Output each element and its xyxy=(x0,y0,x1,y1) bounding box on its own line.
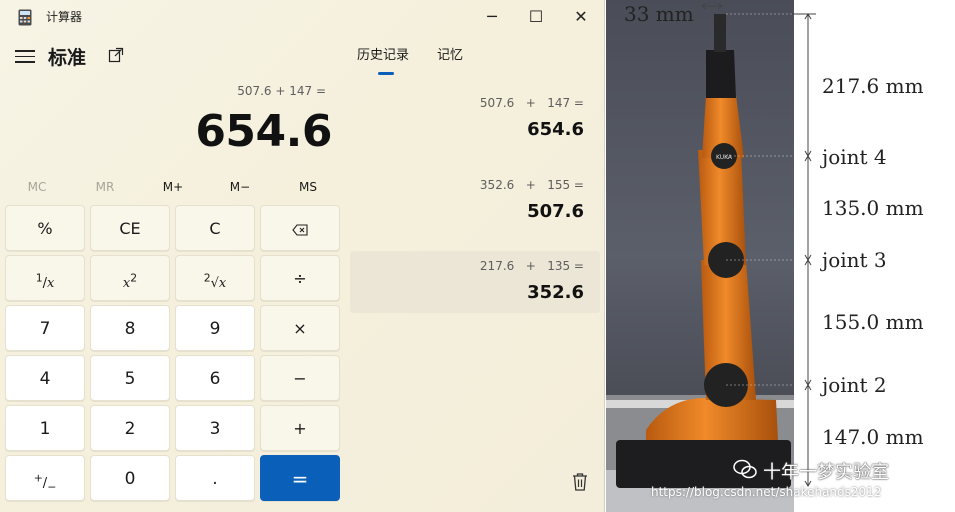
joint-2-label: joint 2 xyxy=(822,373,887,397)
watermark-url: https://blog.csdn.net/shakehands2012 xyxy=(651,485,882,499)
reciprocal-button[interactable]: 1/x xyxy=(5,255,85,301)
close-button[interactable]: ✕ xyxy=(561,4,601,30)
clear-entry-button[interactable]: CE xyxy=(90,205,170,251)
tab-history[interactable]: 历史记录 xyxy=(357,44,409,63)
memory-store-button[interactable]: MS xyxy=(283,180,333,194)
mode-title: 标准 xyxy=(48,47,87,69)
active-tab-indicator xyxy=(378,72,394,75)
memory-recall-button[interactable]: MR xyxy=(80,180,130,194)
history-result: 654.6 xyxy=(527,119,584,140)
history-item[interactable]: 507.6 + 147 = 654.6 xyxy=(350,88,600,150)
digit-3-button[interactable]: 3 xyxy=(175,405,255,451)
watermark-text: 十年一梦实验室 xyxy=(763,462,889,483)
robot-figure: KUKA 33 mm 217.6 mm joint 4 135.0 mm joi… xyxy=(606,0,955,512)
digit-0-button[interactable]: 0 xyxy=(90,455,170,501)
dimension-segment-4: 147.0 mm xyxy=(822,425,924,449)
memory-row: MC MR M+ M− MS xyxy=(0,180,345,198)
multiply-button[interactable]: × xyxy=(260,305,340,351)
digit-5-button[interactable]: 5 xyxy=(90,355,170,401)
divide-button[interactable]: ÷ xyxy=(260,255,340,301)
calculator-window: 计算器 ─ ☐ ✕ 标准 507.6 + 147 = 654.6 MC MR M… xyxy=(0,0,605,512)
expression-display: 507.6 + 147 = xyxy=(237,84,326,98)
backspace-button[interactable] xyxy=(260,205,340,251)
dimension-segment-3: 155.0 mm xyxy=(822,310,924,334)
joint-3-label: joint 3 xyxy=(822,248,887,272)
tab-memory[interactable]: 记忆 xyxy=(437,44,463,63)
memory-subtract-button[interactable]: M− xyxy=(215,180,265,194)
digit-9-button[interactable]: 9 xyxy=(175,305,255,351)
digit-1-button[interactable]: 1 xyxy=(5,405,85,451)
minus-button[interactable]: − xyxy=(260,355,340,401)
memory-clear-button[interactable]: MC xyxy=(12,180,62,194)
history-expression: 217.6 + 135 = xyxy=(479,259,584,273)
negate-button[interactable]: +/− xyxy=(5,455,85,501)
dimension-top-width: 33 mm xyxy=(624,2,694,26)
dimension-segment-1: 217.6 mm xyxy=(822,74,924,98)
window-title: 计算器 xyxy=(46,10,83,24)
memory-add-button[interactable]: M+ xyxy=(148,180,198,194)
maximize-button[interactable]: ☐ xyxy=(516,4,556,30)
digit-2-button[interactable]: 2 xyxy=(90,405,170,451)
history-item[interactable]: 217.6 + 135 = 352.6 xyxy=(350,251,600,313)
joint-4-label: joint 4 xyxy=(822,145,887,169)
history-expression: 352.6 + 155 = xyxy=(479,178,584,192)
title-bar[interactable]: 计算器 ─ ☐ ✕ xyxy=(0,0,605,34)
history-result: 352.6 xyxy=(527,282,584,303)
digit-7-button[interactable]: 7 xyxy=(5,305,85,351)
calculator-app-icon xyxy=(18,9,32,26)
square-root-button[interactable]: 2√x xyxy=(175,255,255,301)
trash-icon[interactable] xyxy=(571,472,589,492)
keep-on-top-icon[interactable] xyxy=(108,47,124,63)
hamburger-icon[interactable] xyxy=(14,46,36,66)
percent-button[interactable]: % xyxy=(5,205,85,251)
digit-6-button[interactable]: 6 xyxy=(175,355,255,401)
backspace-icon xyxy=(292,223,308,236)
decimal-button[interactable]: . xyxy=(175,455,255,501)
history-item[interactable]: 352.6 + 155 = 507.6 xyxy=(350,170,600,232)
clear-button[interactable]: C xyxy=(175,205,255,251)
square-button[interactable]: x2 xyxy=(90,255,170,301)
minimize-button[interactable]: ─ xyxy=(472,4,512,30)
result-display: 654.6 xyxy=(195,106,332,157)
equals-button[interactable]: = xyxy=(260,455,340,501)
history-result: 507.6 xyxy=(527,201,584,222)
dimension-segment-2: 135.0 mm xyxy=(822,196,924,220)
digit-8-button[interactable]: 8 xyxy=(90,305,170,351)
screen: 计算器 ─ ☐ ✕ 标准 507.6 + 147 = 654.6 MC MR M… xyxy=(0,0,955,512)
digit-4-button[interactable]: 4 xyxy=(5,355,85,401)
plus-button[interactable]: + xyxy=(260,405,340,451)
history-expression: 507.6 + 147 = xyxy=(479,96,584,110)
wechat-icon xyxy=(733,459,757,479)
